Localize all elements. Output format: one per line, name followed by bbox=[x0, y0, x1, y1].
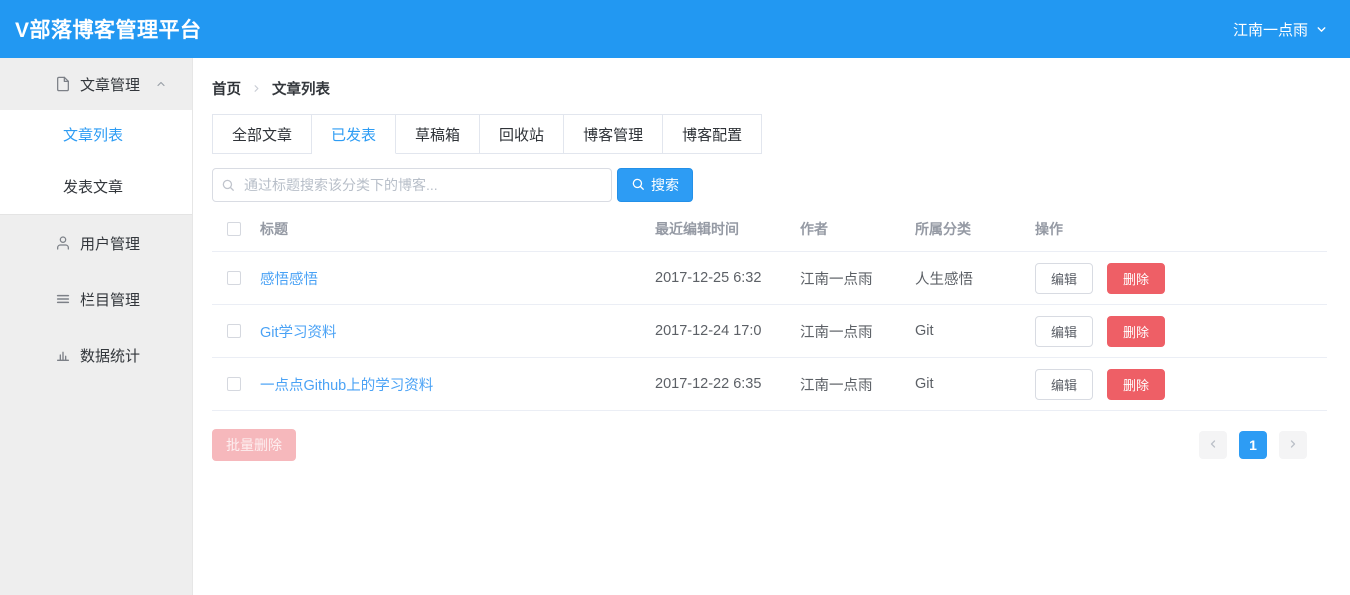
sidebar-item-article-list[interactable]: 文章列表 bbox=[0, 110, 192, 162]
delete-button[interactable]: 删除 bbox=[1107, 263, 1165, 294]
table-row: 感悟感悟 2017-12-25 6:32 江南一点雨 人生感悟 编辑 删除 bbox=[212, 252, 1327, 305]
table-row: Git学习资料 2017-12-24 17:0 江南一点雨 Git 编辑 删除 bbox=[212, 305, 1327, 358]
magnifier-icon bbox=[221, 178, 235, 192]
category: Git bbox=[915, 376, 1035, 392]
search-button-label: 搜索 bbox=[651, 175, 679, 195]
edit-button[interactable]: 编辑 bbox=[1035, 369, 1093, 400]
edit-button[interactable]: 编辑 bbox=[1035, 263, 1093, 294]
pagination-prev-button[interactable] bbox=[1199, 431, 1227, 459]
sidebar-item-statistics[interactable]: 数据统计 bbox=[0, 327, 192, 383]
chevron-right-icon bbox=[251, 83, 262, 94]
edit-button[interactable]: 编辑 bbox=[1035, 316, 1093, 347]
article-title-link[interactable]: Git学习资料 bbox=[260, 321, 655, 342]
column-category: 所属分类 bbox=[915, 219, 1035, 239]
tab-all-articles[interactable]: 全部文章 bbox=[212, 114, 312, 154]
sidebar: 文章管理 文章列表 发表文章 用户管理 栏目管理 数据统计 bbox=[0, 58, 193, 595]
category: Git bbox=[915, 323, 1035, 339]
pagination-next-button[interactable] bbox=[1279, 431, 1307, 459]
column-title: 标题 bbox=[260, 219, 655, 239]
magnifier-icon bbox=[631, 177, 645, 194]
breadcrumb-home[interactable]: 首页 bbox=[212, 78, 241, 99]
column-edit-time: 最近编辑时间 bbox=[655, 219, 800, 239]
author: 江南一点雨 bbox=[800, 374, 915, 395]
tab-blog-mgmt[interactable]: 博客管理 bbox=[564, 114, 663, 154]
select-all-checkbox[interactable] bbox=[227, 222, 241, 236]
sidebar-item-label: 用户管理 bbox=[80, 233, 140, 254]
bar-chart-icon bbox=[55, 347, 72, 364]
main-content: 首页 文章列表 全部文章 已发表 草稿箱 回收站 博客管理 博客配置 bbox=[193, 58, 1350, 595]
tab-recycle-bin[interactable]: 回收站 bbox=[480, 114, 564, 154]
tab-drafts[interactable]: 草稿箱 bbox=[396, 114, 480, 154]
chevron-left-icon bbox=[1207, 438, 1219, 453]
sidebar-item-user-mgmt[interactable]: 用户管理 bbox=[0, 215, 192, 271]
delete-button[interactable]: 删除 bbox=[1107, 369, 1165, 400]
sidebar-item-column-mgmt[interactable]: 栏目管理 bbox=[0, 271, 192, 327]
sidebar-item-label: 栏目管理 bbox=[80, 289, 140, 310]
sidebar-item-label: 数据统计 bbox=[80, 345, 140, 366]
pagination: 1 bbox=[1199, 431, 1307, 459]
search-input[interactable] bbox=[212, 168, 612, 202]
pagination-page-1[interactable]: 1 bbox=[1239, 431, 1267, 459]
author: 江南一点雨 bbox=[800, 268, 915, 289]
edit-time: 2017-12-24 17:0 bbox=[655, 323, 800, 339]
row-checkbox[interactable] bbox=[227, 377, 241, 391]
delete-button[interactable]: 删除 bbox=[1107, 316, 1165, 347]
app-header: V部落博客管理平台 江南一点雨 bbox=[0, 0, 1350, 58]
category: 人生感悟 bbox=[915, 268, 1035, 289]
breadcrumb-current: 文章列表 bbox=[272, 78, 330, 99]
article-title-link[interactable]: 一点点Github上的学习资料 bbox=[260, 374, 655, 395]
row-checkbox[interactable] bbox=[227, 271, 241, 285]
chevron-down-icon bbox=[1315, 23, 1328, 36]
search-row: 搜索 bbox=[212, 168, 1327, 202]
chevron-up-icon bbox=[155, 78, 167, 90]
list-icon bbox=[55, 291, 72, 308]
table-header: 标题 最近编辑时间 作者 所属分类 操作 bbox=[212, 206, 1327, 252]
breadcrumb: 首页 文章列表 bbox=[212, 78, 1327, 99]
edit-time: 2017-12-25 6:32 bbox=[655, 270, 800, 286]
tab-blog-config[interactable]: 博客配置 bbox=[663, 114, 762, 154]
user-menu[interactable]: 江南一点雨 bbox=[1233, 19, 1328, 40]
user-name: 江南一点雨 bbox=[1233, 19, 1308, 40]
tab-published[interactable]: 已发表 bbox=[312, 114, 396, 154]
edit-time: 2017-12-22 6:35 bbox=[655, 376, 800, 392]
search-box bbox=[212, 168, 612, 202]
author: 江南一点雨 bbox=[800, 321, 915, 342]
sidebar-item-post-article[interactable]: 发表文章 bbox=[0, 162, 192, 214]
tab-bar: 全部文章 已发表 草稿箱 回收站 博客管理 博客配置 bbox=[212, 114, 1327, 154]
sidebar-item-article-mgmt[interactable]: 文章管理 bbox=[0, 58, 192, 110]
chevron-right-icon bbox=[1287, 438, 1299, 453]
table-row: 一点点Github上的学习资料 2017-12-22 6:35 江南一点雨 Gi… bbox=[212, 358, 1327, 411]
column-author: 作者 bbox=[800, 219, 915, 239]
sidebar-item-label: 文章管理 bbox=[80, 74, 140, 95]
column-actions: 操作 bbox=[1035, 219, 1327, 239]
batch-delete-button[interactable]: 批量删除 bbox=[212, 429, 296, 461]
search-button[interactable]: 搜索 bbox=[617, 168, 693, 202]
app-title: V部落博客管理平台 bbox=[15, 14, 202, 44]
document-icon bbox=[55, 76, 72, 93]
user-icon bbox=[55, 235, 72, 252]
row-checkbox[interactable] bbox=[227, 324, 241, 338]
article-title-link[interactable]: 感悟感悟 bbox=[260, 268, 655, 289]
article-submenu: 文章列表 发表文章 bbox=[0, 110, 192, 215]
table-footer: 批量删除 1 bbox=[212, 429, 1327, 461]
